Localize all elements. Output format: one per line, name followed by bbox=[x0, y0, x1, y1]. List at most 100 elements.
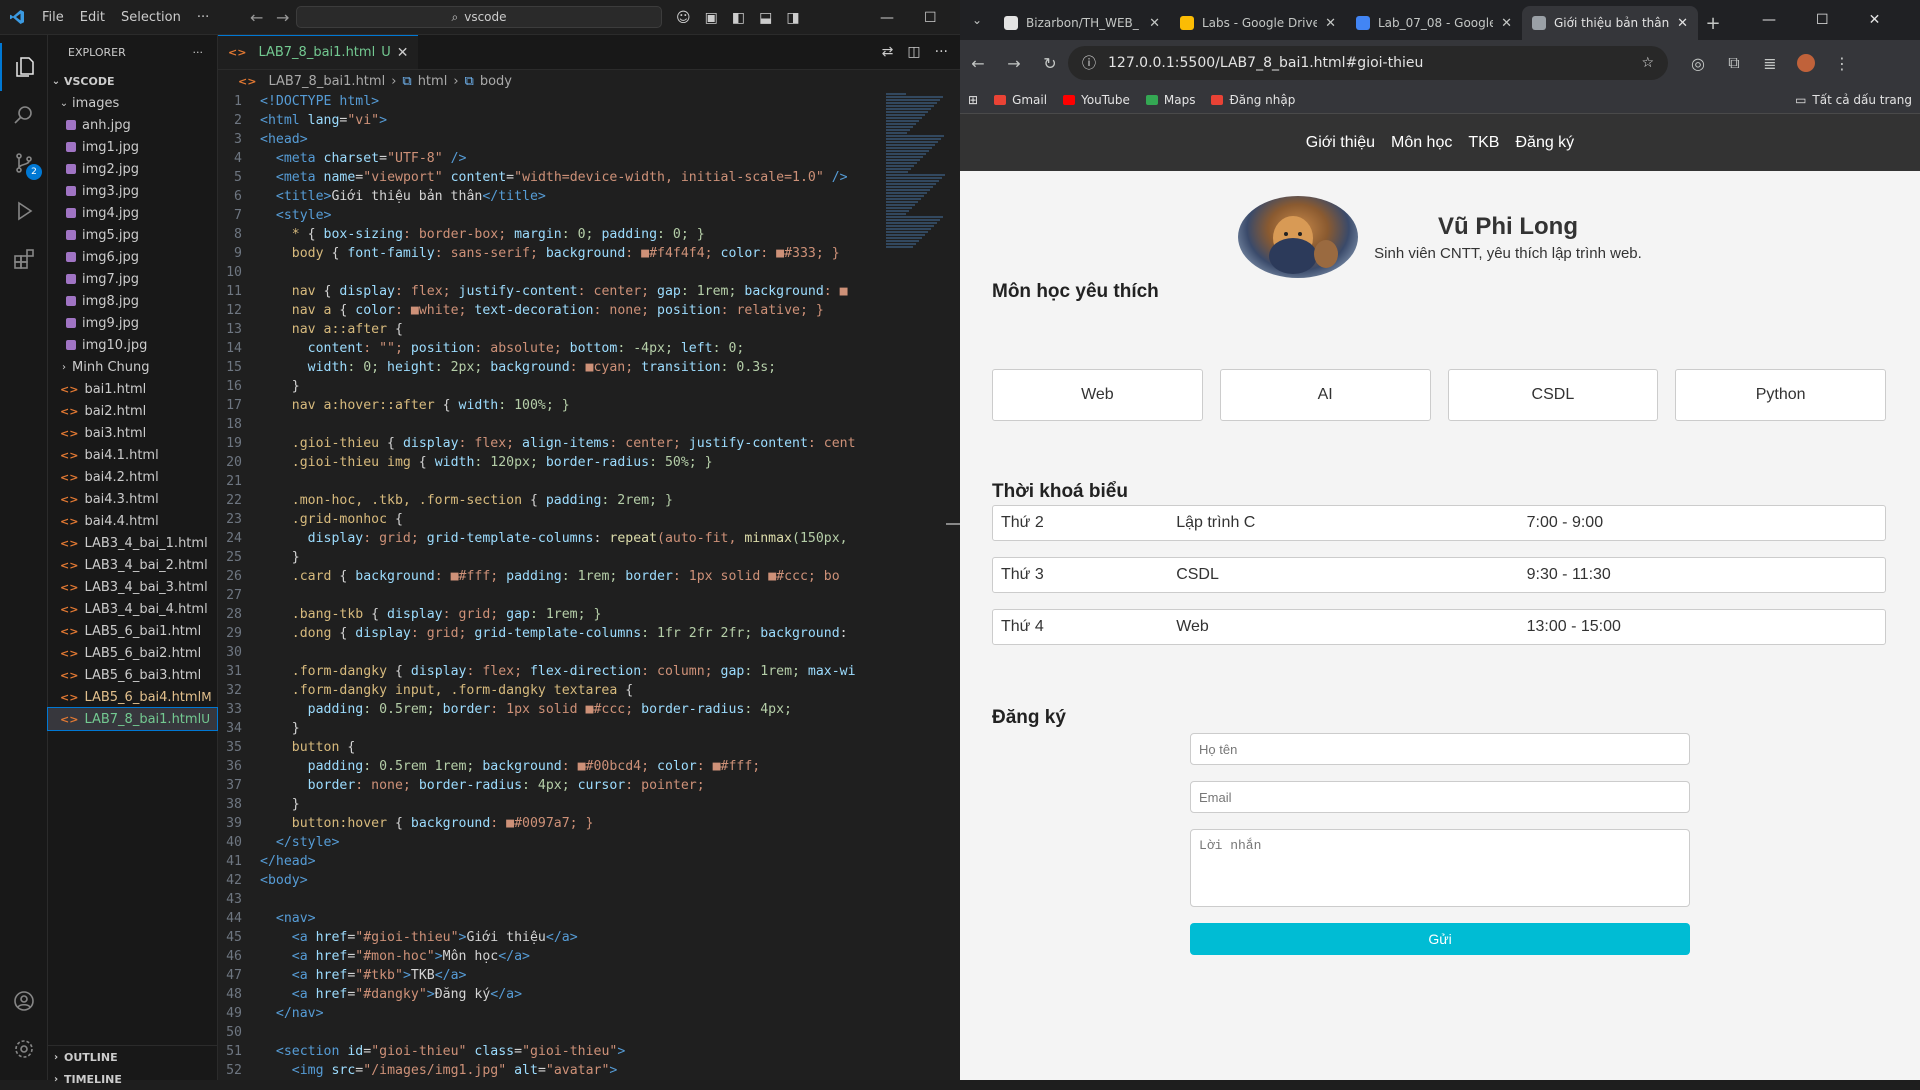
close-icon[interactable]: ✕ bbox=[1149, 16, 1160, 31]
breadcrumb-html[interactable]: html bbox=[418, 74, 448, 89]
menu-file[interactable]: File bbox=[34, 10, 72, 25]
name-field[interactable]: Họ tên bbox=[1190, 733, 1690, 765]
site-info-icon[interactable]: ⓘ bbox=[1082, 53, 1096, 73]
back-arrow-icon[interactable]: ← bbox=[242, 8, 271, 27]
file-tree-item[interactable]: anh.jpg bbox=[48, 114, 217, 136]
file-tree-item[interactable]: <> LAB3_4_bai_2.html bbox=[48, 554, 217, 576]
performance-icon[interactable]: ◎ bbox=[1680, 54, 1716, 73]
file-tree-item[interactable]: img1.jpg bbox=[48, 136, 217, 158]
file-tree-item[interactable]: <> bai4.1.html bbox=[48, 444, 217, 466]
timeline-section[interactable]: › TIMELINE bbox=[48, 1068, 218, 1090]
minimize-icon[interactable]: — bbox=[880, 10, 894, 26]
file-tree-item[interactable]: <> bai4.4.html bbox=[48, 510, 217, 532]
toggle-panel-icon[interactable]: ⬓ bbox=[759, 10, 772, 26]
browser-tab[interactable]: Giới thiệu bản thân ✕ bbox=[1522, 6, 1698, 40]
file-tree-item[interactable]: img9.jpg bbox=[48, 312, 217, 334]
bookmark-item[interactable]: Maps bbox=[1138, 93, 1204, 107]
file-tree-item[interactable]: img4.jpg bbox=[48, 202, 217, 224]
editor-tab[interactable]: <> LAB7_8_bai1.html U ✕ bbox=[218, 35, 419, 69]
layout-icon[interactable]: ▣ bbox=[705, 10, 718, 26]
reload-icon[interactable]: ↻ bbox=[1032, 54, 1068, 73]
file-tree-item[interactable]: <> bai4.3.html bbox=[48, 488, 217, 510]
menu-edit[interactable]: Edit bbox=[72, 10, 113, 25]
extensions-icon[interactable] bbox=[0, 235, 48, 283]
code-editor[interactable]: 1 <!DOCTYPE html> 2 <html lang="vi"> 3 <head>… bbox=[218, 92, 960, 1080]
file-tree-item[interactable]: img10.jpg bbox=[48, 334, 217, 356]
file-tree-item[interactable]: <> LAB3_4_bai_1.html bbox=[48, 532, 217, 554]
minimap[interactable] bbox=[886, 92, 946, 252]
file-tree-item[interactable]: <> LAB5_6_bai1.html bbox=[48, 620, 217, 642]
settings-gear-icon[interactable] bbox=[0, 1025, 48, 1073]
file-tree-item[interactable]: <> bai3.html bbox=[48, 422, 217, 444]
apps-grid-icon[interactable]: ⊞ bbox=[960, 93, 986, 107]
nav-link-mon-hoc[interactable]: Môn học bbox=[1391, 134, 1452, 152]
file-tree-item[interactable]: › Minh Chung bbox=[48, 356, 217, 378]
message-textarea[interactable]: Lời nhắn bbox=[1190, 829, 1690, 907]
minimize-icon[interactable]: — bbox=[1762, 12, 1776, 28]
file-tree-item[interactable]: img7.jpg bbox=[48, 268, 217, 290]
nav-link-tkb[interactable]: TKB bbox=[1468, 134, 1499, 152]
breadcrumb-file[interactable]: LAB7_8_bai1.html bbox=[268, 74, 385, 89]
bookmark-item[interactable]: Gmail bbox=[986, 93, 1055, 107]
submit-button[interactable]: Gửi bbox=[1190, 923, 1690, 955]
nav-link-gioi-thieu[interactable]: Giới thiệu bbox=[1306, 134, 1375, 152]
file-tree-item[interactable]: <> LAB5_6_bai2.html bbox=[48, 642, 217, 664]
email-field[interactable]: Email bbox=[1190, 781, 1690, 813]
more-actions-icon[interactable]: ··· bbox=[193, 46, 204, 59]
search-icon[interactable] bbox=[0, 91, 48, 139]
copilot-icon[interactable]: ☺ bbox=[676, 10, 691, 26]
close-icon[interactable]: ✕ bbox=[397, 45, 409, 61]
run-debug-icon[interactable] bbox=[0, 187, 48, 235]
toggle-sidebar-icon[interactable]: ◧ bbox=[732, 10, 745, 26]
file-tree-item[interactable]: <> bai1.html bbox=[48, 378, 217, 400]
bookmark-item[interactable]: YouTube bbox=[1055, 93, 1138, 107]
outline-section[interactable]: › OUTLINE bbox=[48, 1046, 218, 1068]
profile-avatar[interactable] bbox=[1788, 54, 1824, 72]
back-arrow-icon[interactable]: ← bbox=[960, 54, 996, 73]
scrollbar[interactable] bbox=[946, 523, 960, 525]
account-icon[interactable] bbox=[0, 977, 48, 1025]
tab-search-icon[interactable]: ⌄ bbox=[960, 0, 994, 40]
close-icon[interactable]: ✕ bbox=[1869, 12, 1881, 28]
breadcrumb-body[interactable]: body bbox=[480, 74, 512, 89]
split-editor-icon[interactable]: ◫ bbox=[907, 44, 920, 60]
forward-arrow-icon[interactable]: → bbox=[996, 54, 1032, 73]
all-bookmarks[interactable]: ▭ Tất cả dấu trang bbox=[1787, 93, 1920, 107]
file-tree-item[interactable]: <> LAB5_6_bai3.html bbox=[48, 664, 217, 686]
file-tree-item[interactable]: <> LAB3_4_bai_4.html bbox=[48, 598, 217, 620]
bookmark-item[interactable]: Đăng nhập bbox=[1203, 93, 1303, 107]
maximize-icon[interactable]: ☐ bbox=[1816, 12, 1829, 28]
compare-changes-icon[interactable]: ⇄ bbox=[882, 44, 894, 60]
menu-selection[interactable]: Selection bbox=[113, 10, 189, 25]
browser-tab[interactable]: Lab_07_08 - Google ✕ bbox=[1346, 6, 1522, 40]
bookmark-star-icon[interactable]: ☆ bbox=[1641, 55, 1654, 71]
file-tree-item[interactable]: ⌄ images bbox=[48, 92, 217, 114]
file-tree-item[interactable]: <> bai4.2.html bbox=[48, 466, 217, 488]
nav-link-dang-ky[interactable]: Đăng ký bbox=[1515, 134, 1574, 152]
file-tree-item[interactable]: img6.jpg bbox=[48, 246, 217, 268]
command-center-search[interactable]: ⌕ vscode bbox=[296, 6, 662, 28]
close-icon[interactable]: ✕ bbox=[1501, 16, 1512, 31]
file-tree-item[interactable]: img8.jpg bbox=[48, 290, 217, 312]
source-control-icon[interactable]: 2 bbox=[0, 139, 48, 187]
file-tree-item[interactable]: img2.jpg bbox=[48, 158, 217, 180]
reading-list-icon[interactable]: ≣ bbox=[1752, 54, 1788, 73]
file-tree-item[interactable]: <> bai2.html bbox=[48, 400, 217, 422]
new-tab-icon[interactable]: + bbox=[1698, 6, 1728, 40]
close-icon[interactable]: ✕ bbox=[1677, 16, 1688, 31]
chrome-menu-icon[interactable]: ⋮ bbox=[1824, 54, 1860, 73]
address-bar[interactable]: ⓘ 127.0.0.1:5500/LAB7_8_bai1.html#gioi-t… bbox=[1068, 46, 1668, 80]
close-icon[interactable]: ✕ bbox=[1325, 16, 1336, 31]
browser-tab[interactable]: Labs - Google Drive ✕ bbox=[1170, 6, 1346, 40]
browser-tab[interactable]: Bizarbon/TH_WEB_ ✕ bbox=[994, 6, 1170, 40]
file-tree-item[interactable]: img3.jpg bbox=[48, 180, 217, 202]
maximize-icon[interactable]: ☐ bbox=[924, 10, 937, 26]
file-tree-item[interactable]: img5.jpg bbox=[48, 224, 217, 246]
explorer-icon[interactable] bbox=[0, 43, 48, 91]
workspace-folder[interactable]: ⌄ VSCODE bbox=[48, 70, 217, 92]
more-actions-icon[interactable]: ··· bbox=[935, 44, 948, 60]
file-tree-item[interactable]: <> LAB7_8_bai1.html U bbox=[47, 707, 218, 731]
file-tree-item[interactable]: <> LAB5_6_bai4.html M bbox=[48, 686, 217, 708]
extensions-icon[interactable]: ⧉ bbox=[1716, 53, 1752, 73]
forward-arrow-icon[interactable]: → bbox=[268, 8, 297, 27]
